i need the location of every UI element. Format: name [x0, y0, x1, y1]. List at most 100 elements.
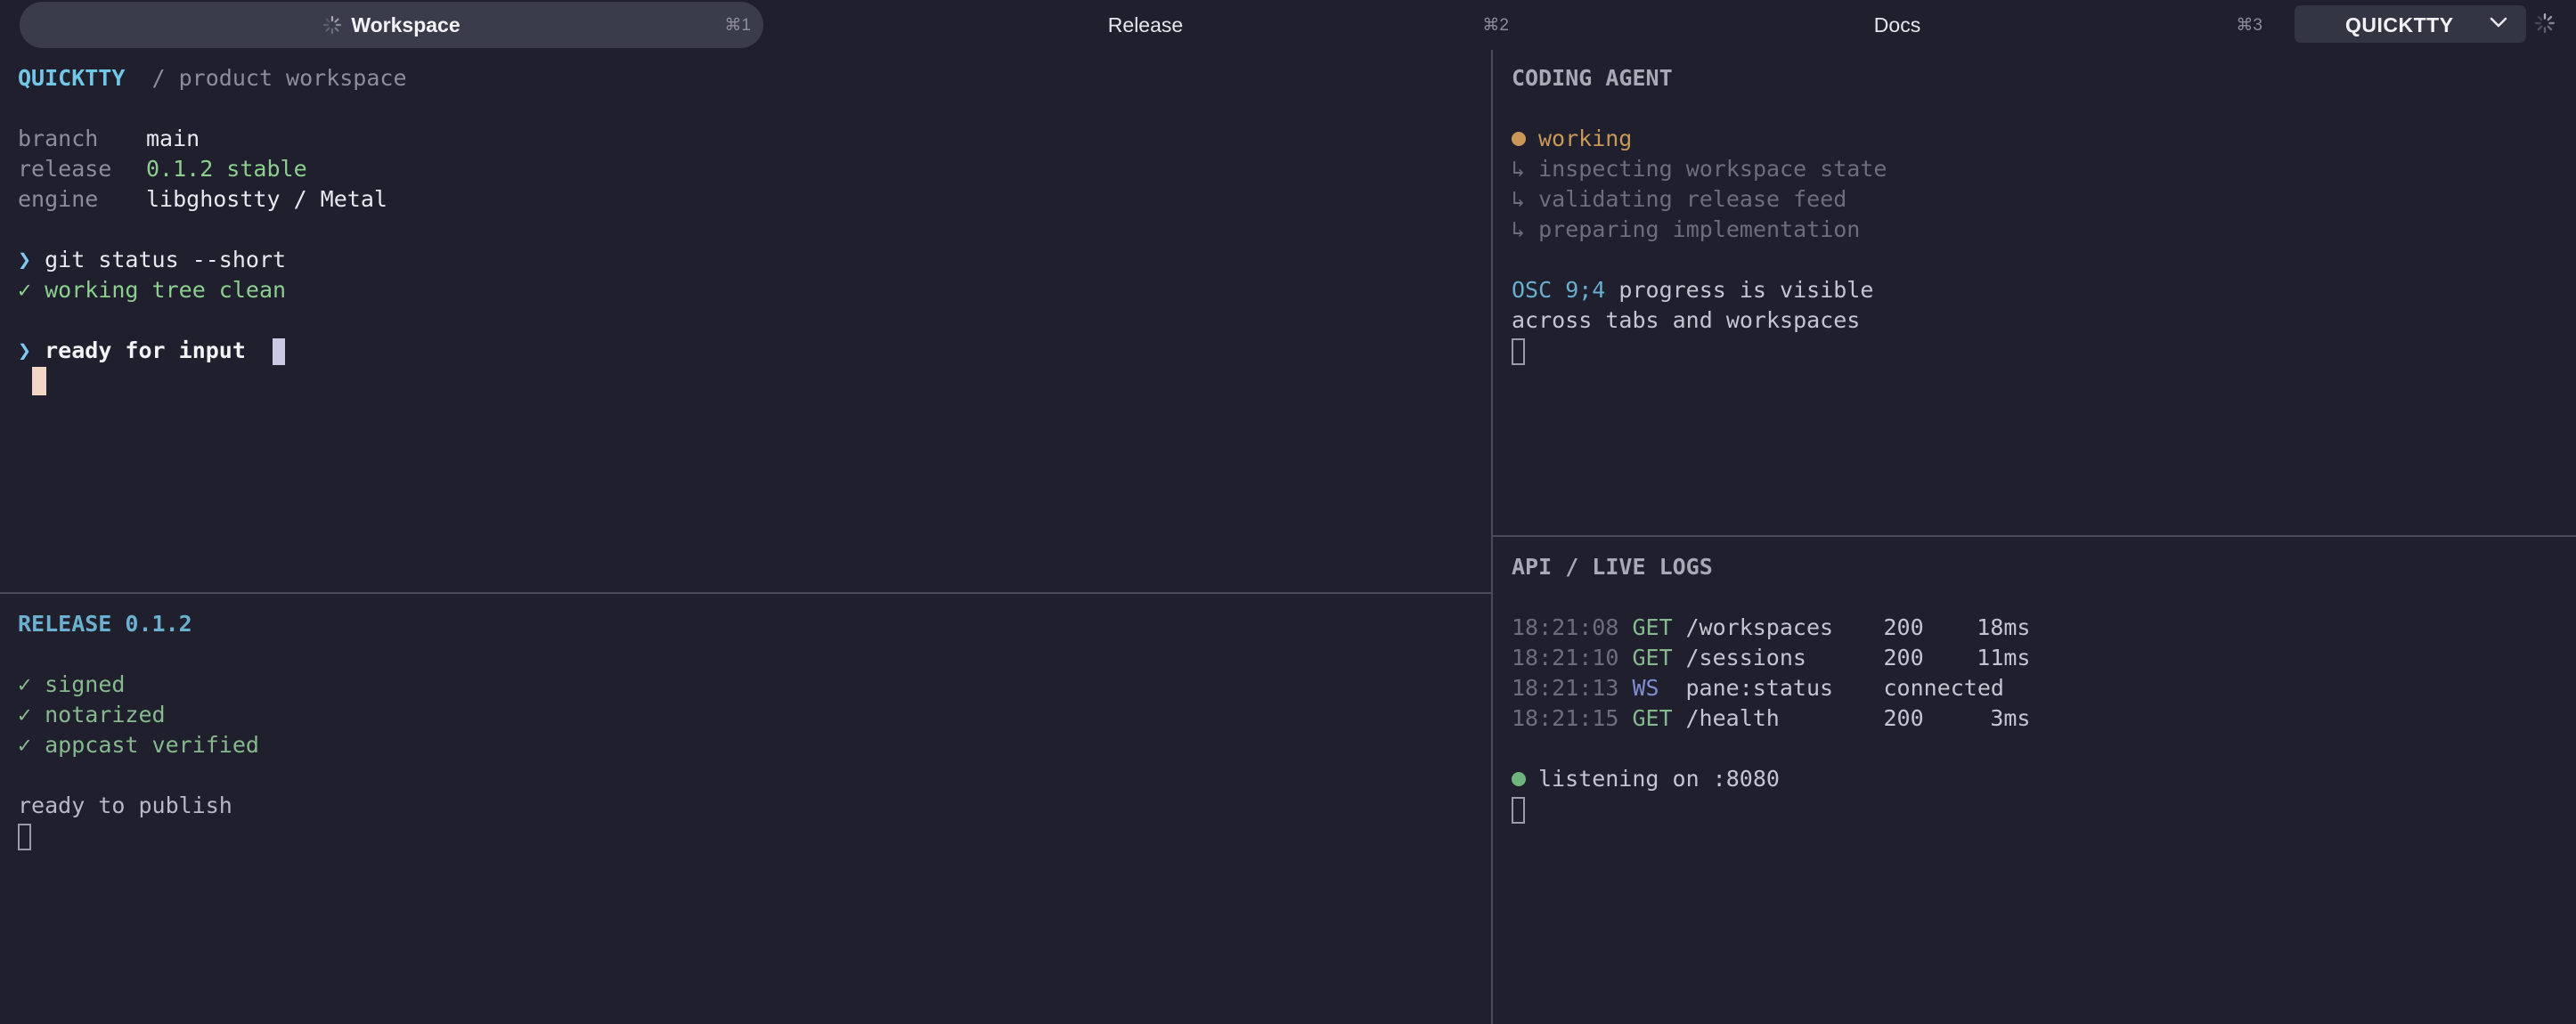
info-row: branch main — [18, 124, 200, 154]
step-text: preparing implementation — [1538, 216, 1861, 242]
log-time: 18:21:15 — [1512, 705, 1619, 731]
check-icon: ✓ — [18, 702, 32, 727]
log-time: 18:21:08 — [1512, 614, 1619, 640]
tab-label: Docs — [1873, 12, 1921, 37]
cursor — [1512, 338, 1525, 365]
log-status: 200 — [1883, 614, 1924, 640]
log-method: GET — [1632, 645, 1673, 670]
listening-text: listening on :8080 — [1538, 766, 1780, 792]
log-method: WS — [1632, 675, 1659, 701]
check-label: appcast verified — [45, 732, 259, 758]
cursor — [1512, 797, 1525, 824]
ready-text: ready for input — [45, 337, 246, 363]
workspace-switcher-label: QUICKTTY — [2345, 13, 2454, 37]
workspace-subtitle: / product workspace — [151, 65, 407, 91]
log-status: 200 — [1883, 645, 1924, 670]
branch-arrow-icon: ↳ — [1512, 186, 1526, 212]
log-path: /workspaces — [1685, 614, 1834, 640]
agent-step: ↳ preparing implementation — [1512, 215, 1860, 245]
log-time: 18:21:13 — [1512, 675, 1619, 701]
osc-text: progress is visible — [1618, 277, 1874, 303]
log-path: /sessions — [1685, 645, 1806, 670]
workspace-switcher[interactable]: QUICKTTY — [2295, 5, 2526, 43]
info-value: main — [146, 126, 200, 151]
check-icon: ✓ — [18, 277, 32, 303]
log-status: connected — [1883, 675, 2004, 701]
branch-arrow-icon: ↳ — [1512, 156, 1526, 182]
log-path: /health — [1685, 705, 1780, 731]
chevron-down-icon — [2490, 17, 2507, 28]
pane-title: CODING AGENT — [1512, 65, 1673, 91]
osc-text: across tabs and workspaces — [1512, 307, 1861, 333]
command-text: git status --short — [45, 247, 287, 272]
osc-code: OSC 9;4 — [1512, 277, 1606, 303]
pane-header: QUICKTTY / product workspace — [18, 63, 407, 93]
terminal-pane-agent[interactable]: CODING AGENT working ↳ inspecting worksp… — [1493, 50, 2576, 535]
cursor — [32, 367, 46, 395]
loading-spinner-icon — [323, 15, 342, 35]
terminal-pane-main[interactable]: QUICKTTY / product workspace branch main … — [0, 50, 1491, 592]
log-latency: 11ms — [1977, 645, 2031, 670]
tab-shortcut: ⌘2 — [1482, 15, 1509, 35]
check-icon: ✓ — [18, 732, 32, 758]
info-value: libghostty / Metal — [146, 186, 387, 212]
check-row: ✓ signed — [18, 670, 125, 700]
status-dot-icon — [1512, 771, 1526, 786]
step-text: validating release feed — [1538, 186, 1847, 212]
agent-step: ↳ inspecting workspace state — [1512, 154, 1887, 184]
pane-title: API / LIVE LOGS — [1512, 554, 1713, 580]
tab-label: Workspace — [351, 12, 461, 37]
info-value: 0.1.2 stable — [146, 156, 307, 182]
log-status: 200 — [1883, 705, 1924, 731]
command-line: ❯ git status --short — [18, 245, 286, 275]
status-dot-icon — [1512, 131, 1526, 146]
log-row: 18:21:15 GET/health 200 3ms — [1512, 703, 2030, 734]
step-text: inspecting workspace state — [1538, 156, 1887, 182]
check-label: signed — [45, 671, 126, 697]
log-time: 18:21:10 — [1512, 645, 1619, 670]
agent-step: ↳ validating release feed — [1512, 184, 1846, 215]
check-icon: ✓ — [18, 671, 32, 697]
log-latency: 3ms — [1990, 705, 2031, 731]
log-row: 18:21:13 WS pane:status connected — [1512, 673, 2004, 703]
check-row: ✓ appcast verified — [18, 730, 259, 760]
command-output: ✓ working tree clean — [18, 275, 286, 305]
tab-docs[interactable]: Docs ⌘3 — [1532, 2, 2262, 48]
brand-label: QUICKTTY — [18, 65, 126, 91]
osc-note: OSC 9;4 progress is visible — [1512, 275, 1873, 305]
prompt-line: ❯ ready for input — [18, 336, 286, 366]
tab-label: Release — [1107, 12, 1184, 37]
listening-status: listening on :8080 — [1512, 764, 1780, 794]
status-text: ready to publish — [18, 792, 232, 818]
log-latency: 18ms — [1977, 614, 2031, 640]
info-row: engine libghostty / Metal — [18, 184, 387, 215]
tab-shortcut: ⌘1 — [724, 15, 751, 35]
info-key: release — [18, 156, 112, 182]
check-row: ✓ notarized — [18, 700, 166, 730]
agent-state: working — [1538, 126, 1633, 151]
log-row: 18:21:08 GET/workspaces 200 18ms — [1512, 613, 2030, 643]
tab-bar: Workspace ⌘1 Release ⌘2 Docs ⌘3 QUICKTTY — [0, 0, 2576, 50]
log-method: GET — [1632, 705, 1673, 731]
tab-release[interactable]: Release ⌘2 — [784, 2, 1509, 48]
prompt-icon: ❯ — [18, 337, 32, 363]
loading-spinner-icon — [2534, 12, 2556, 34]
terminal-pane-release[interactable]: RELEASE 0.1.2 ✓ signed ✓ notarized ✓ app… — [0, 594, 1491, 1024]
log-method: GET — [1632, 614, 1673, 640]
pane-title: RELEASE 0.1.2 — [18, 611, 192, 637]
prompt-icon: ❯ — [18, 247, 32, 272]
info-key: engine — [18, 186, 99, 212]
tab-shortcut: ⌘3 — [2236, 15, 2262, 35]
tab-workspace[interactable]: Workspace ⌘1 — [20, 2, 763, 48]
cursor — [273, 338, 286, 365]
cursor — [18, 824, 31, 850]
branch-arrow-icon: ↳ — [1512, 216, 1526, 242]
check-label: notarized — [45, 702, 166, 727]
terminal-pane-logs[interactable]: API / LIVE LOGS 18:21:08 GET/workspaces 2… — [1493, 537, 2576, 1024]
agent-status: working — [1512, 124, 1632, 154]
info-row: release 0.1.2 stable — [18, 154, 307, 184]
output-text: working tree clean — [45, 277, 287, 303]
log-row: 18:21:10 GET/sessions 200 11ms — [1512, 643, 2030, 673]
log-path: pane:status — [1685, 675, 1834, 701]
info-key: branch — [18, 126, 99, 151]
